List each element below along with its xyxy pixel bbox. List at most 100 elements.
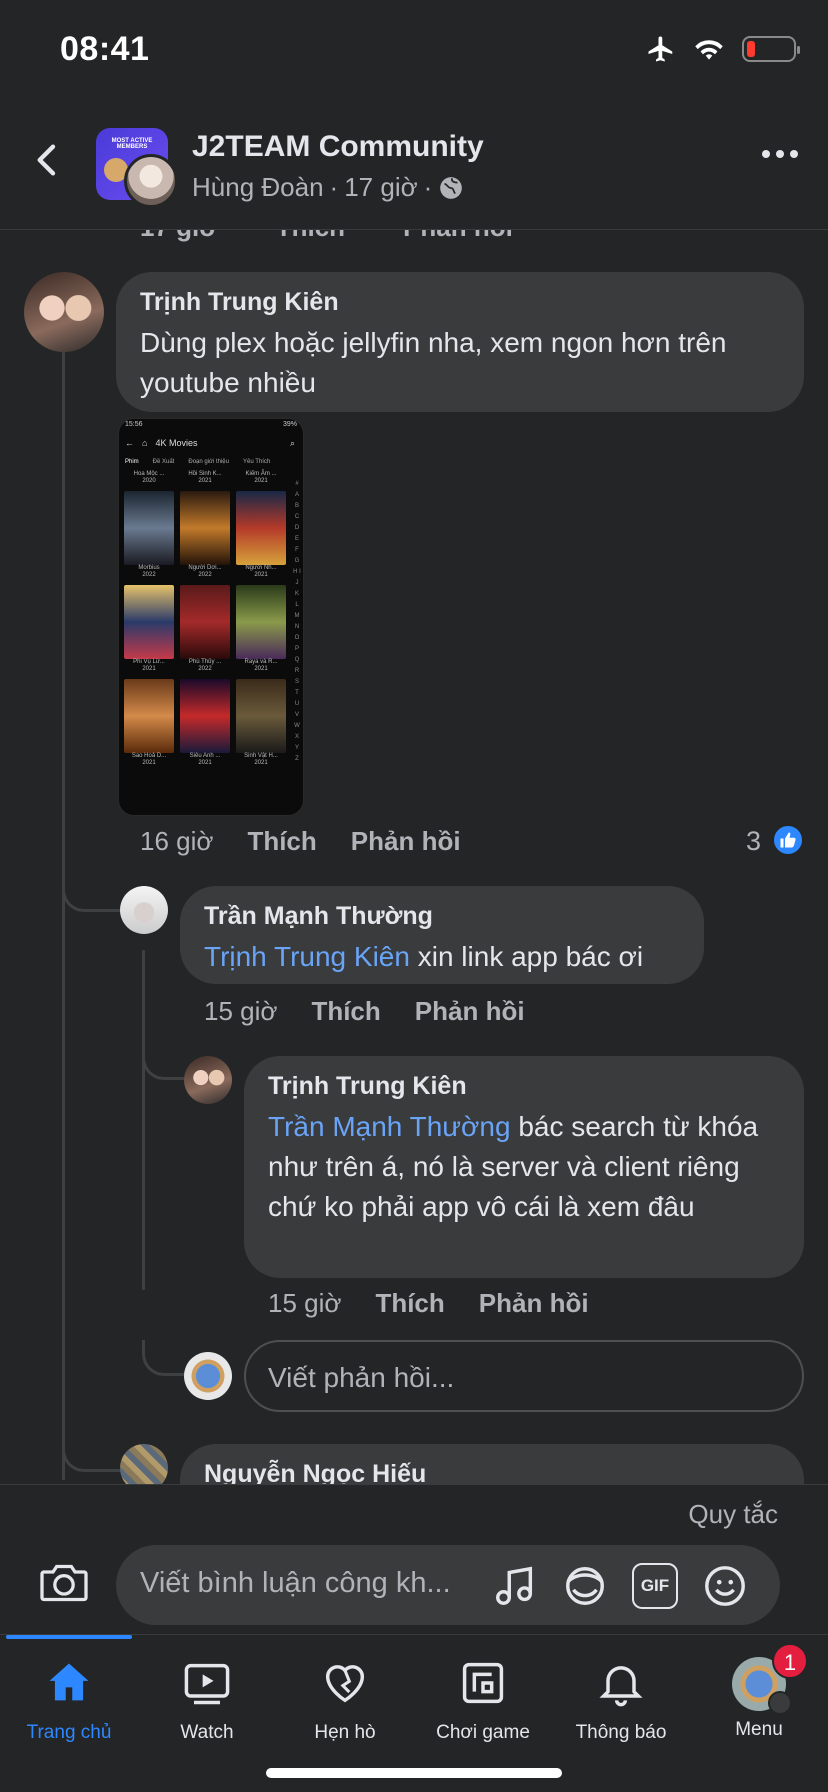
comment-actions: 16 giờ Thích Phản hồi [140, 826, 461, 857]
meta-separator-2: · [423, 172, 433, 202]
commenter-avatar[interactable] [120, 886, 168, 934]
screenshot-appbar: ← ⌂ 4K Movies ⌕ [119, 431, 303, 455]
comment-text: Trần Mạnh Thường bác search từ khóa như … [268, 1107, 780, 1227]
rules-link[interactable]: Quy tắc [688, 1499, 778, 1530]
tab-menu[interactable]: 1 Menu [690, 1643, 828, 1741]
more-options-button[interactable] [762, 150, 798, 158]
like-reaction-icon[interactable] [772, 824, 804, 856]
music-note-icon[interactable] [492, 1563, 538, 1609]
tab-label: Thông báo [575, 1722, 667, 1743]
notification-badge: 1 [772, 1643, 808, 1679]
thread-curve-1 [62, 860, 122, 912]
author-name[interactable]: Hùng Đoàn [192, 172, 324, 203]
emoji-icon[interactable] [702, 1563, 748, 1609]
movie-tile: Hoa Mộc ... 2020 [133, 471, 165, 484]
home-indicator [266, 1768, 562, 1778]
screenshot-alpha-index: # A B C D E F G H I J K L M N O P Q R S … [293, 481, 301, 762]
comment-input[interactable]: Viết bình luận công kh... GIF [116, 1545, 780, 1625]
thread-curve-2 [142, 1040, 186, 1080]
camera-icon[interactable] [38, 1561, 90, 1605]
screenshot-battery: 39% [282, 421, 297, 428]
comment-actions: 15 giờ Thích Phản hồi [268, 1288, 589, 1319]
mention-link[interactable]: Trịnh Trung Kiên [204, 941, 410, 972]
author-avatar[interactable] [124, 154, 178, 208]
my-avatar [184, 1352, 232, 1400]
screenshot-home-icon: ⌂ [142, 438, 148, 448]
airplane-mode-icon [648, 36, 673, 62]
tab-watch[interactable]: Watch [138, 1657, 276, 1744]
comment-bubble[interactable]: Trịnh Trung Kiên Dùng plex hoặc jellyfin… [116, 272, 804, 412]
gif-label: GIF [640, 1576, 670, 1595]
movie-tile: Người Nh... 2021 [235, 491, 287, 579]
comment-text: Dùng plex hoặc jellyfin nha, xem ngon hơ… [140, 327, 727, 398]
avatar-sticker-icon[interactable] [562, 1563, 608, 1609]
mention-link[interactable]: Trần Mạnh Thường [268, 1111, 511, 1142]
screenshot-status-time: 15:56 [125, 421, 143, 428]
tab-label: Menu [735, 1719, 783, 1740]
gaming-icon [462, 1662, 504, 1704]
watch-icon [184, 1663, 230, 1705]
comment-bubble[interactable]: Trần Mạnh Thường Trịnh Trung Kiên xin li… [180, 886, 704, 984]
screenshot-tabs: Phim Đề Xuất Đoạn giới thiệu Yêu Thích [119, 455, 303, 469]
bottom-tab-bar: Trang chủ Watch Hẹn hò Chơi game Thông b… [0, 1634, 828, 1792]
movie-tile: Phù Thủy ... 2022 [179, 585, 231, 673]
movie-tile: Raya và R... 2021 [235, 585, 287, 673]
thread-curve-3 [142, 1340, 186, 1376]
profile-avatar: 1 [732, 1643, 808, 1715]
reply-input[interactable]: Viết phản hồi... [244, 1340, 804, 1412]
screenshot-search-icon: ⌕ [289, 437, 295, 448]
reply-button[interactable]: Phản hồi [479, 1288, 589, 1319]
commenter-name[interactable]: Trần Mạnh Thường [204, 902, 680, 931]
comment-bubble[interactable]: Trịnh Trung Kiên Trần Mạnh Thường bác se… [244, 1056, 804, 1278]
group-name[interactable]: J2TEAM Community [192, 130, 484, 164]
status-icons [646, 34, 800, 64]
reply-button[interactable]: Phản hồi [351, 826, 461, 857]
tab-gaming[interactable]: Chơi game [414, 1657, 552, 1744]
commenter-avatar[interactable] [24, 272, 104, 352]
screenshot-movie-grid: Hoa Mộc ... 2020 Hồi Sinh K... 2021 Kiếm Â… [119, 469, 303, 769]
movie-tile: Sinh Vật H... 2021 [235, 679, 287, 767]
comment-actions: 15 giờ Thích Phản hồi [204, 996, 525, 1027]
screenshot-back-icon: ← [125, 438, 134, 448]
reply-button[interactable]: Phản hồi [415, 996, 525, 1027]
tab-home[interactable]: Trang chủ [0, 1657, 138, 1744]
dating-heart-icon [325, 1665, 365, 1703]
battery-icon [742, 36, 800, 62]
bell-icon [599, 1666, 643, 1707]
post-meta: Hùng Đoàn · 17 giờ · [192, 172, 464, 203]
reaction-count[interactable]: 3 [746, 826, 761, 857]
thread-curve-4 [62, 1420, 122, 1472]
comment-time: 16 giờ [140, 826, 214, 856]
wifi-icon [695, 40, 723, 60]
comment-body: xin link app bác ơi [409, 941, 644, 972]
tab-label: Hẹn hò [314, 1722, 376, 1743]
screenshot-tab: Yêu Thích [243, 459, 271, 465]
commenter-avatar[interactable] [184, 1056, 232, 1104]
comment-composer: Quy tắc Viết bình luận công kh... GIF [0, 1484, 828, 1634]
tab-label: Chơi game [436, 1722, 530, 1743]
movie-tile: Hồi Sinh K... 2021 [188, 471, 222, 484]
meta-separator: · [329, 172, 339, 202]
commenter-name[interactable]: Trịnh Trung Kiên [268, 1072, 780, 1101]
movie-tile: Morbius 2022 [123, 491, 175, 579]
like-button[interactable]: Thích [247, 826, 316, 857]
like-button[interactable]: Thích [375, 1288, 444, 1319]
post-header: MOST ACTIVE MEMBERS J2TEAM Community Hùn… [0, 100, 828, 230]
home-icon [49, 1663, 89, 1701]
attached-screenshot[interactable]: 15:56 39% ← ⌂ 4K Movies ⌕ Phim Đề Xuất Đ… [118, 418, 304, 816]
movie-tile: Kiếm Âm ... 2021 [245, 471, 277, 484]
like-button[interactable]: Thích [311, 996, 380, 1027]
back-arrow-icon[interactable] [28, 138, 68, 182]
tab-label: Watch [180, 1722, 234, 1743]
comment-time: 15 giờ [268, 1288, 342, 1318]
globe-icon [440, 176, 463, 199]
status-time: 08:41 [60, 30, 150, 68]
tab-notifications[interactable]: Thông báo [552, 1657, 690, 1744]
tab-dating[interactable]: Hẹn hò [276, 1657, 414, 1744]
status-bar: 08:41 [0, 0, 828, 100]
movie-tile: Phi Vụ Lừ... 2021 [123, 585, 175, 673]
gif-icon[interactable]: GIF [632, 1563, 678, 1609]
commenter-name[interactable]: Trịnh Trung Kiên [140, 288, 780, 317]
screenshot-tab: Phim [125, 459, 139, 465]
screenshot-title: 4K Movies [155, 438, 198, 448]
